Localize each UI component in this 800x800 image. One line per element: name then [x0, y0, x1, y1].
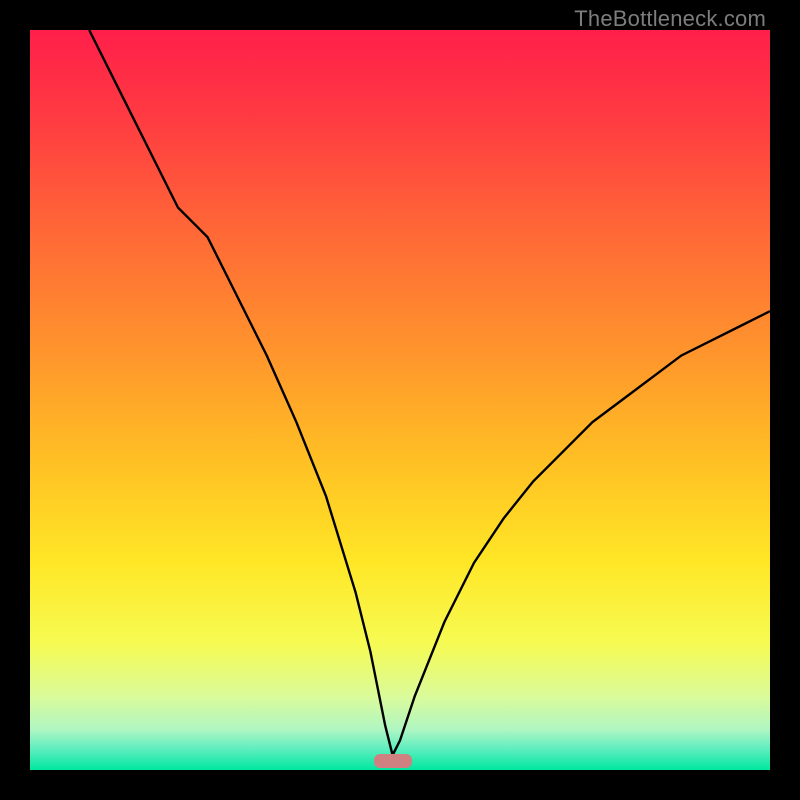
curve-plot	[30, 30, 770, 770]
plot-area	[30, 30, 770, 770]
watermark-text: TheBottleneck.com	[574, 6, 766, 32]
bottleneck-curve	[89, 30, 770, 755]
chart-frame: TheBottleneck.com	[0, 0, 800, 800]
optimum-marker	[374, 754, 412, 768]
